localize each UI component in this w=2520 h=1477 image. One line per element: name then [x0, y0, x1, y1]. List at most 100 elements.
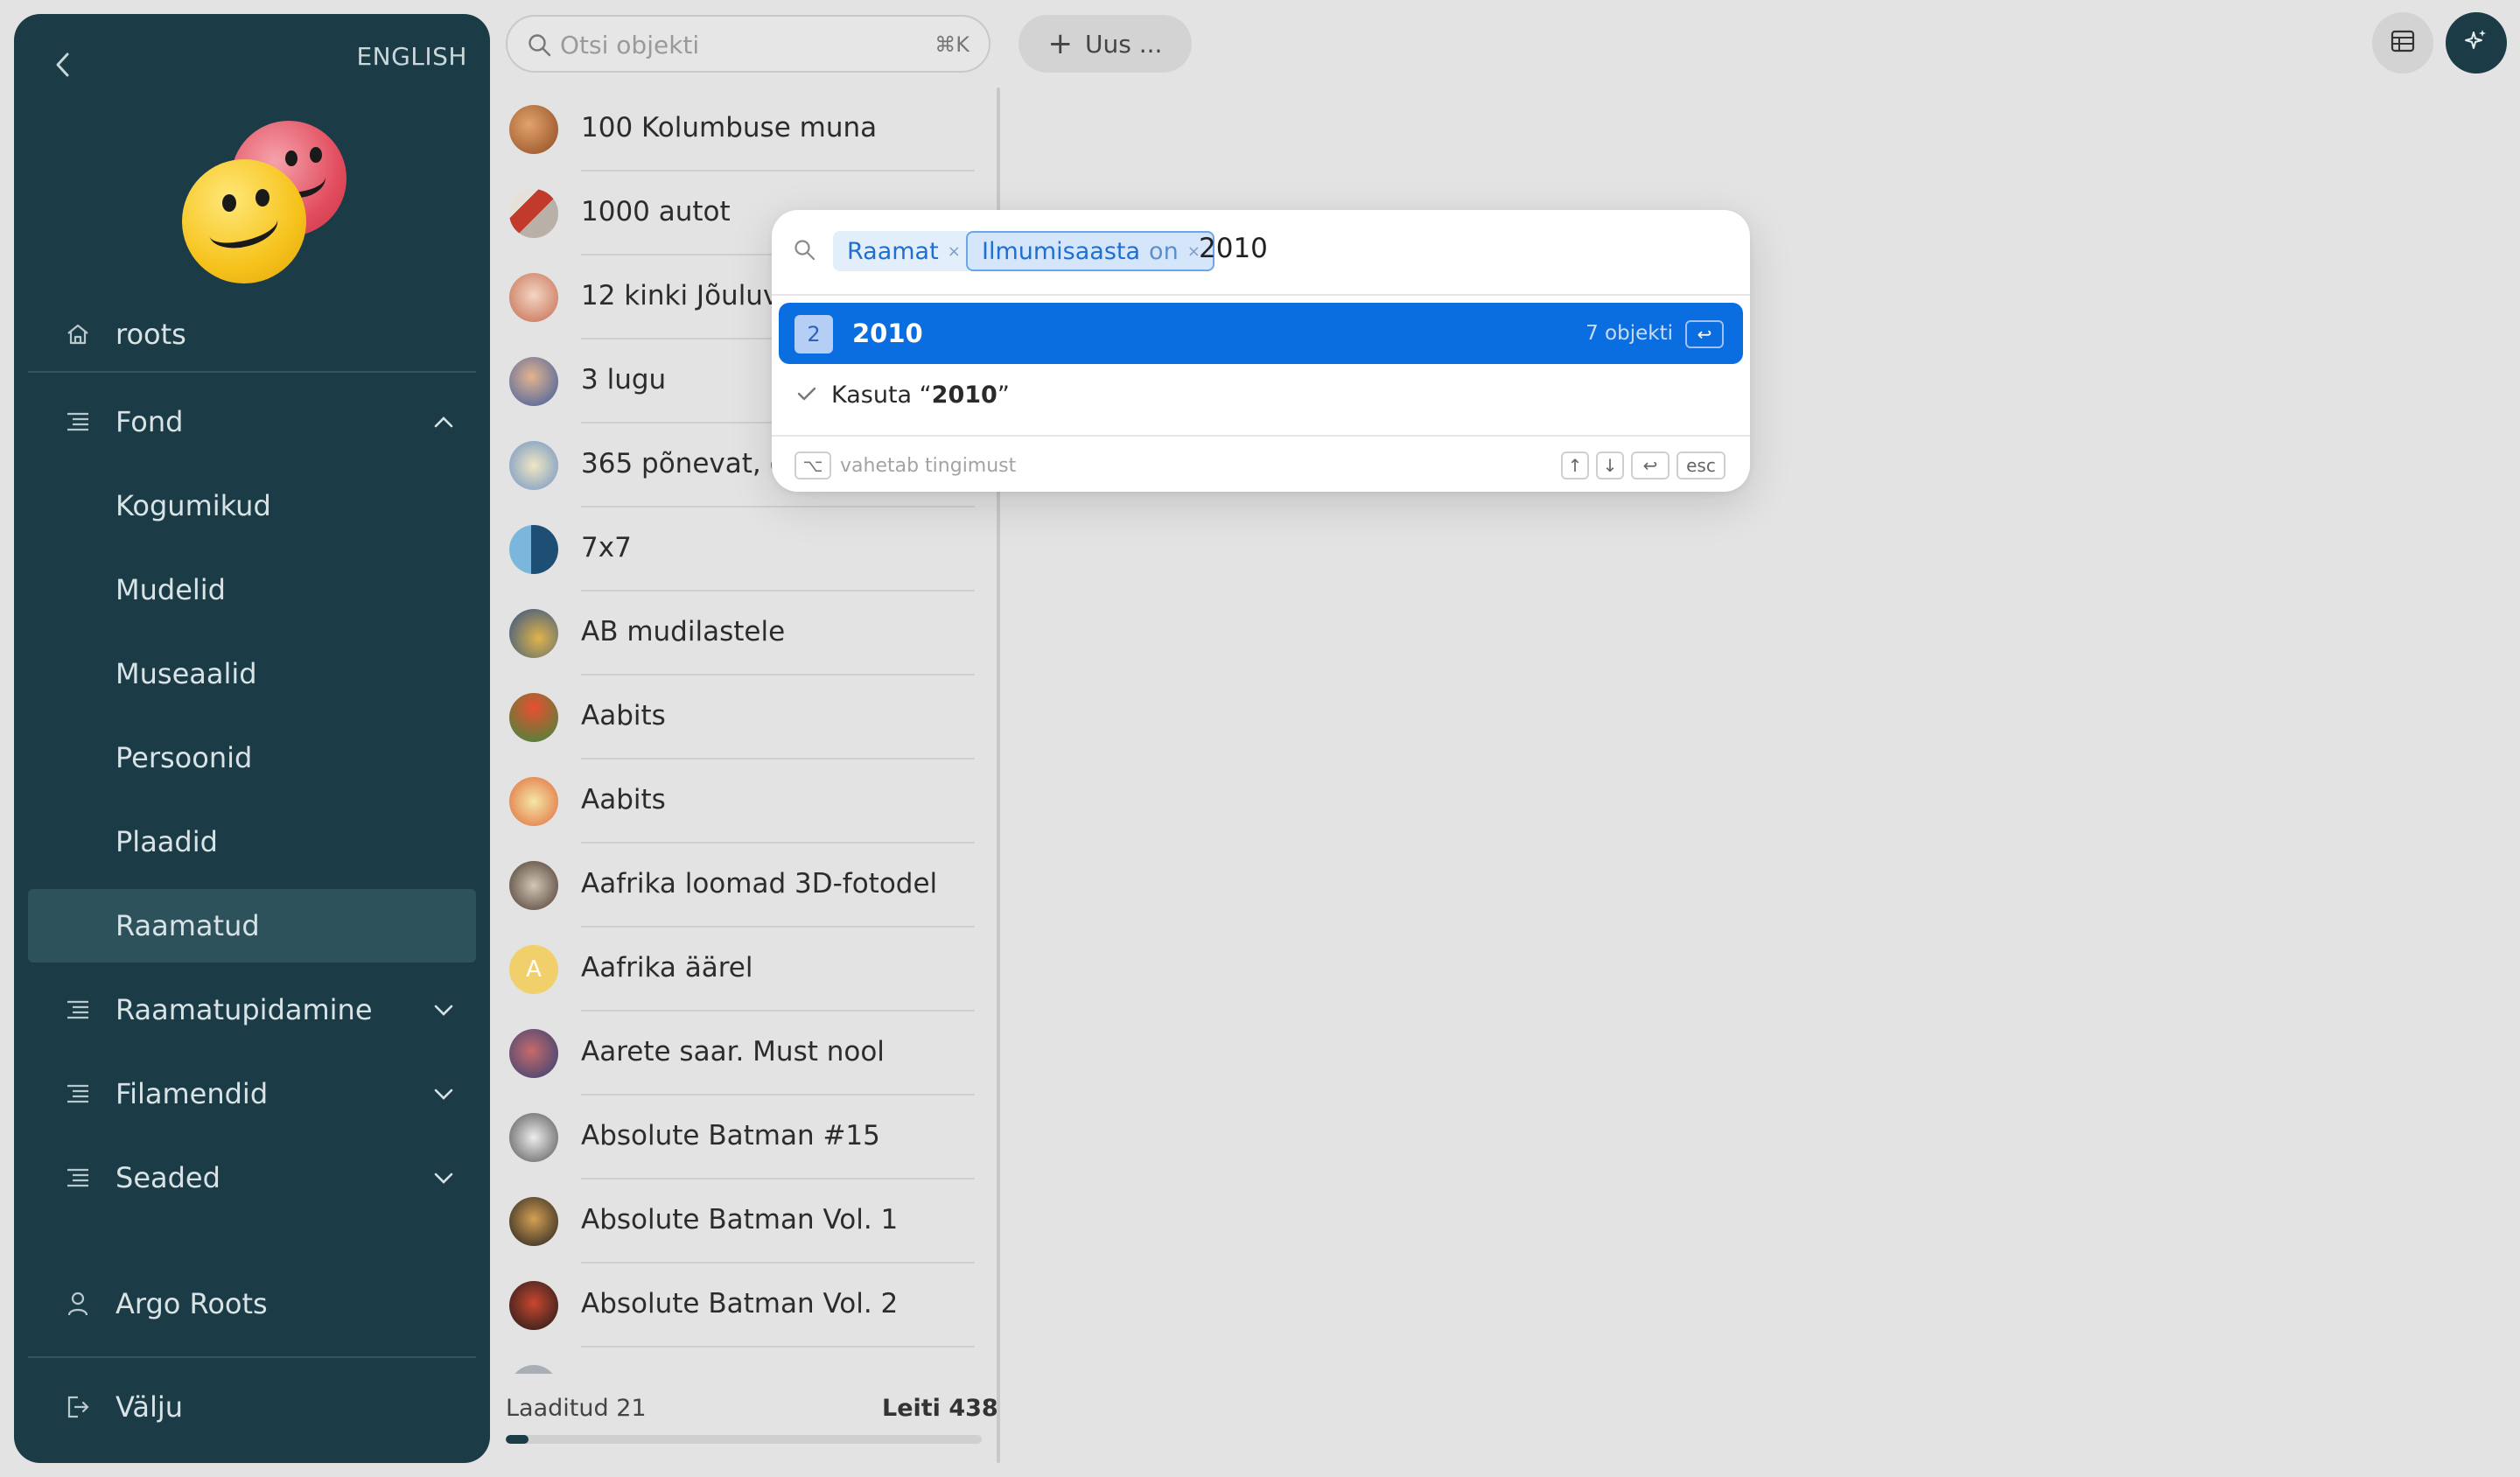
arrow-down-key-icon: ↓: [1596, 452, 1624, 480]
item-letter-avatar: A: [509, 945, 558, 994]
list-icon: [63, 995, 93, 1025]
item-thumbnail: [509, 609, 558, 658]
loaded-count: Laaditud 21: [506, 1395, 647, 1422]
sidebar-item-home[interactable]: roots: [28, 298, 476, 371]
ai-assistant-button[interactable]: [2446, 12, 2507, 74]
footer-hint: vahetab tingimust: [840, 455, 1017, 477]
sidebar-section-label: Fond: [116, 405, 184, 438]
sidebar-item-label: Persoonid: [116, 741, 253, 774]
list-item[interactable]: [506, 1348, 975, 1374]
language-switch[interactable]: ENGLISH: [356, 42, 467, 71]
found-count: Leiti 438: [882, 1395, 998, 1422]
suggestion-count: 7 objekti: [1586, 322, 1673, 345]
sidebar-item-museaalid[interactable]: Museaalid: [28, 637, 476, 710]
checkmark-icon: [796, 382, 817, 409]
logout-button[interactable]: Välju: [28, 1370, 476, 1444]
list-item[interactable]: AB mudilastele: [506, 592, 975, 676]
sidebar-item-label: Museaalid: [116, 657, 257, 690]
sidebar-item-plaadid[interactable]: Plaadid: [28, 805, 476, 878]
list-icon: [63, 1079, 93, 1109]
sidebar-section-label: Raamatupidamine: [116, 993, 373, 1026]
chip-label: Raamat: [847, 237, 939, 265]
sidebar-item-user[interactable]: Argo Roots: [28, 1267, 476, 1340]
divider: [28, 1356, 476, 1358]
user-name: Argo Roots: [116, 1287, 268, 1320]
list-item[interactable]: Absolute Batman Vol. 1: [506, 1180, 975, 1264]
new-object-label: Uus ...: [1085, 29, 1163, 59]
item-title: Aafrika loomad 3D-fotodel: [581, 868, 938, 900]
item-thumbnail: [509, 693, 558, 742]
item-thumbnail: [509, 357, 558, 406]
use-value-option[interactable]: Kasuta “2010”: [796, 382, 1010, 409]
chip-remove-icon[interactable]: ×: [948, 242, 961, 261]
back-chevron-icon[interactable]: [46, 47, 80, 82]
sidebar-section-label: Filamendid: [116, 1077, 269, 1110]
item-title: AB mudilastele: [581, 616, 786, 648]
item-title: 7x7: [581, 532, 632, 564]
item-title: Aabits: [581, 784, 666, 816]
item-title: Absolute Batman #15: [581, 1120, 880, 1152]
sidebar-section-raamatupidamine[interactable]: Raamatupidamine: [28, 973, 476, 1046]
home-icon: [63, 319, 93, 349]
app-logo: [163, 108, 364, 284]
sidebar-section-label: Seaded: [116, 1161, 220, 1194]
sidebar-item-kogumikud[interactable]: Kogumikud: [28, 469, 476, 542]
sidebar-section-fond[interactable]: Fond: [28, 385, 476, 458]
search-input[interactable]: [560, 25, 901, 64]
filter-query-input[interactable]: 2010: [1199, 233, 1268, 264]
enter-key-icon: ↩: [1631, 452, 1670, 480]
item-title: 3 lugu: [581, 364, 667, 396]
new-object-button[interactable]: + Uus ...: [1018, 15, 1192, 73]
user-icon: [63, 1289, 93, 1319]
sidebar-item-label: Mudelid: [116, 573, 226, 606]
item-thumbnail: [509, 861, 558, 910]
filter-popover: Raamat × Ilmumisaasta on × 2010 2 2010 7…: [772, 210, 1750, 492]
item-thumbnail: [509, 1365, 558, 1374]
search-shortcut: ⌘K: [934, 32, 970, 57]
list-icon: [63, 407, 93, 437]
table-view-button[interactable]: [2372, 12, 2433, 74]
chip-operator: on: [1149, 237, 1179, 265]
search-box[interactable]: ⌘K: [506, 15, 990, 73]
sidebar-section-filamendid[interactable]: Filamendid: [28, 1057, 476, 1130]
sidebar-item-raamatud[interactable]: Raamatud: [28, 889, 476, 962]
item-thumbnail: [509, 441, 558, 490]
suggestion-option-selected[interactable]: 2 2010 7 objekti ↩: [779, 303, 1743, 364]
list-item[interactable]: A Aafrika äärel: [506, 928, 975, 1012]
list-item[interactable]: Aarete saar. Must nool: [506, 1012, 975, 1096]
option-key-icon: ⌥: [794, 452, 831, 480]
suggestion-index-badge: 2: [794, 315, 833, 354]
item-title: Aafrika äärel: [581, 952, 753, 984]
filter-chip-type[interactable]: Raamat ×: [833, 231, 973, 271]
sidebar-item-mudelid[interactable]: Mudelid: [28, 553, 476, 626]
list-item[interactable]: Aabits: [506, 676, 975, 760]
chevron-down-icon: [430, 997, 457, 1023]
list-item[interactable]: 100 Kolumbuse muna: [506, 88, 975, 172]
item-thumbnail: [509, 273, 558, 322]
escape-key-icon: esc: [1676, 452, 1726, 480]
chevron-up-icon: [430, 409, 457, 435]
logout-label: Välju: [116, 1390, 184, 1424]
list-item[interactable]: Aafrika loomad 3D-fotodel: [506, 844, 975, 928]
logout-icon: [63, 1392, 93, 1422]
item-thumbnail: [509, 1197, 558, 1246]
sidebar-item-persoonid[interactable]: Persoonid: [28, 721, 476, 794]
search-icon: [527, 32, 553, 59]
divider: [772, 435, 1750, 437]
item-thumbnail: [509, 1029, 558, 1078]
list-item[interactable]: Absolute Batman Vol. 2: [506, 1264, 975, 1348]
sidebar-item-label: roots: [116, 318, 186, 351]
search-icon: [793, 238, 817, 262]
list-item[interactable]: Aabits: [506, 760, 975, 844]
filter-chip-year[interactable]: Ilmumisaasta on ×: [966, 231, 1214, 271]
item-title: Absolute Batman Vol. 2: [581, 1288, 899, 1320]
chevron-down-icon: [430, 1081, 457, 1107]
suggestion-label: 2010: [852, 318, 923, 348]
list-item[interactable]: 7x7: [506, 508, 975, 592]
item-thumbnail: [509, 1281, 558, 1330]
item-title: Aarete saar. Must nool: [581, 1036, 885, 1068]
divider: [28, 371, 476, 373]
sidebar-section-seaded[interactable]: Seaded: [28, 1141, 476, 1214]
list-item[interactable]: Absolute Batman #15: [506, 1096, 975, 1180]
item-title: 100 Kolumbuse muna: [581, 112, 878, 144]
